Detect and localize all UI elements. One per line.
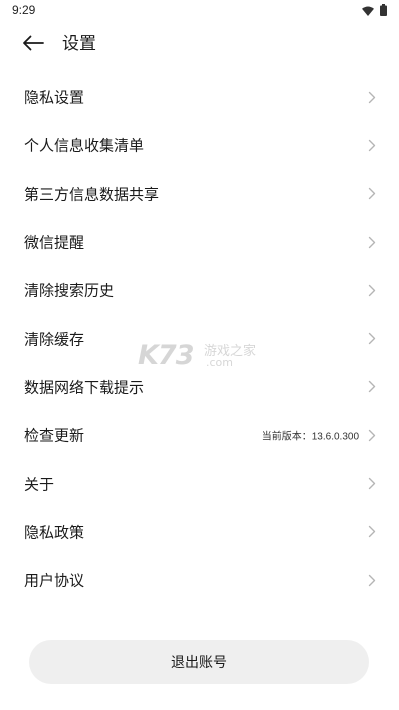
item-label: 个人信息收集清单 <box>24 136 145 155</box>
settings-item-third-party-sharing[interactable]: 第三方信息数据共享 <box>0 170 399 218</box>
status-time: 9:29 <box>12 3 36 17</box>
wifi-icon <box>362 1 374 20</box>
chevron-right-icon <box>367 187 377 201</box>
chevron-right-icon <box>367 138 377 152</box>
settings-item-about[interactable]: 关于 <box>0 459 399 507</box>
page-title: 设置 <box>62 34 96 54</box>
item-label: 用户协议 <box>24 571 85 590</box>
chevron-right-icon <box>367 235 377 249</box>
item-label: 检查更新 <box>24 426 85 445</box>
status-icons <box>362 3 387 16</box>
chevron-right-icon <box>367 90 377 104</box>
item-label: 第三方信息数据共享 <box>24 185 160 204</box>
settings-item-mobile-data-download-prompt[interactable]: 数据网络下载提示 <box>0 363 399 411</box>
settings-item-personal-info-list[interactable]: 个人信息收集清单 <box>0 121 399 169</box>
settings-item-privacy-settings[interactable]: 隐私设置 <box>0 73 399 121</box>
arrow-left-icon <box>22 35 44 55</box>
status-bar: 9:29 <box>0 0 399 22</box>
logout-button[interactable]: 退出账号 <box>29 640 369 684</box>
chevron-right-icon <box>367 477 377 491</box>
item-label: 数据网络下载提示 <box>24 378 145 397</box>
header: 设置 <box>0 22 399 70</box>
chevron-right-icon <box>367 283 377 297</box>
settings-list: 隐私设置 个人信息收集清单 第三方信息数据共享 微信提醒 清除搜索历史 清除缓存… <box>0 73 399 604</box>
item-label: 清除缓存 <box>24 330 85 349</box>
settings-item-user-agreement[interactable]: 用户协议 <box>0 556 399 604</box>
settings-item-clear-cache[interactable]: 清除缓存 <box>0 314 399 362</box>
back-button[interactable] <box>16 32 50 58</box>
item-label: 清除搜索历史 <box>24 281 115 300</box>
settings-item-wechat-reminder[interactable]: 微信提醒 <box>0 218 399 266</box>
settings-item-privacy-policy[interactable]: 隐私政策 <box>0 508 399 556</box>
settings-item-check-update[interactable]: 检查更新 当前版本：13.6.0.300 <box>0 411 399 459</box>
item-label: 关于 <box>24 475 55 494</box>
chevron-right-icon <box>367 428 377 442</box>
version-text: 当前版本：13.6.0.300 <box>261 431 359 443</box>
chevron-right-icon <box>367 332 377 346</box>
chevron-right-icon <box>367 380 377 394</box>
item-label: 隐私政策 <box>24 523 85 542</box>
battery-icon <box>380 1 387 20</box>
chevron-right-icon <box>367 525 377 539</box>
item-label: 微信提醒 <box>24 233 85 252</box>
item-label: 隐私设置 <box>24 88 85 107</box>
settings-item-clear-search-history[interactable]: 清除搜索历史 <box>0 266 399 314</box>
chevron-right-icon <box>367 573 377 587</box>
